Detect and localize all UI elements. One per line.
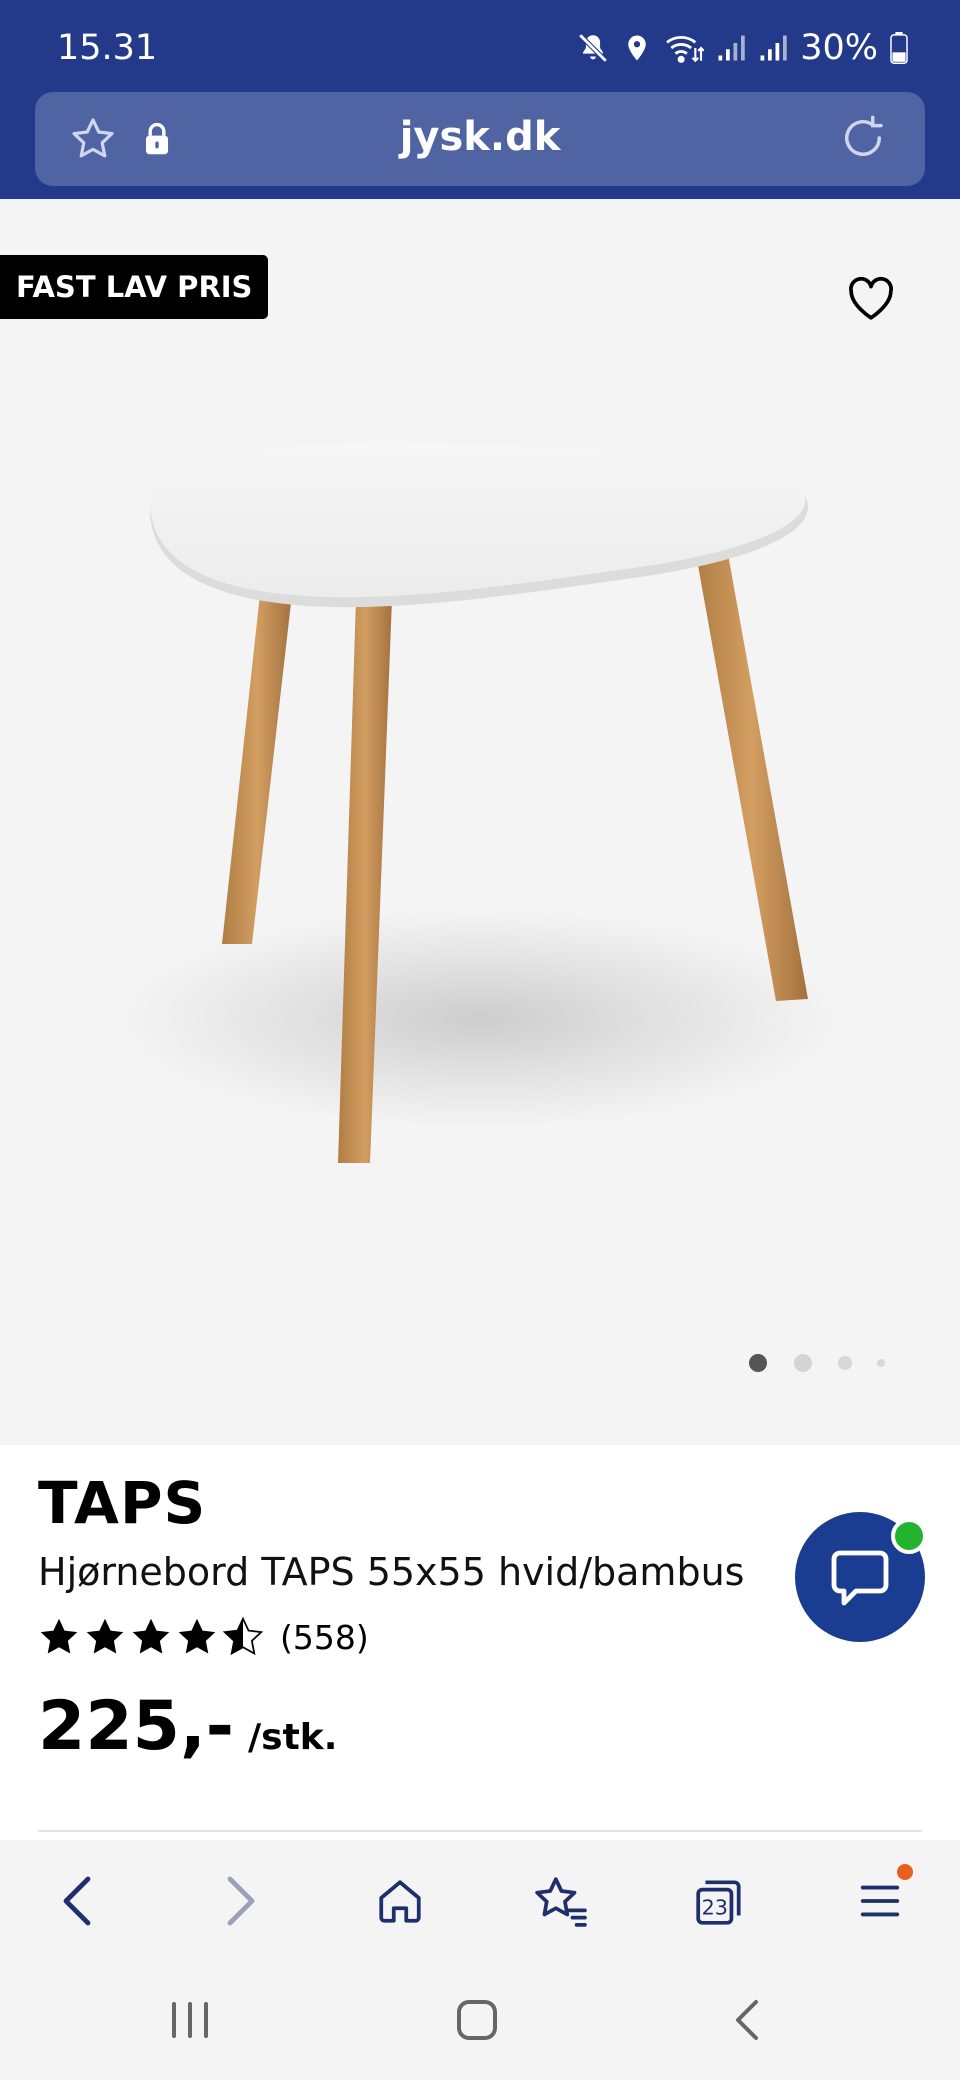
chat-bubble-icon bbox=[831, 1550, 889, 1606]
tab-count: 23 bbox=[702, 1896, 728, 1920]
browser-bookmarks-button[interactable] bbox=[525, 1866, 595, 1936]
wifi-icon bbox=[666, 35, 705, 63]
battery-level: 30% bbox=[800, 28, 878, 68]
price-amount: 225,- bbox=[38, 1687, 234, 1766]
url-domain[interactable]: jysk.dk bbox=[35, 114, 925, 160]
forward-icon bbox=[227, 1876, 255, 1926]
star-filled-icon bbox=[86, 1618, 124, 1654]
rating-stars bbox=[38, 1617, 264, 1657]
page-dot[interactable] bbox=[838, 1356, 852, 1370]
product-price: 225,- /stk. bbox=[38, 1687, 337, 1766]
browser-back-button[interactable] bbox=[43, 1866, 113, 1936]
mute-icon bbox=[578, 33, 608, 63]
status-bar: 15.31 30% bbox=[0, 0, 960, 92]
browser-header: 15.31 30% jysk.dk bbox=[0, 0, 960, 199]
page-dot[interactable] bbox=[794, 1354, 812, 1372]
home-icon bbox=[379, 1880, 421, 1923]
review-count[interactable]: (558) bbox=[280, 1618, 369, 1657]
divider bbox=[38, 1830, 922, 1832]
back-icon bbox=[736, 2000, 758, 2040]
recents-button[interactable] bbox=[150, 1990, 230, 2050]
chat-online-indicator bbox=[891, 1518, 927, 1554]
product-rating[interactable]: (558) bbox=[38, 1617, 369, 1657]
product-image bbox=[120, 442, 840, 1163]
star-filled-icon bbox=[40, 1618, 78, 1654]
signal-icon bbox=[718, 35, 745, 61]
system-nav-bar bbox=[0, 1960, 960, 2080]
product-name: Hjørnebord TAPS 55x55 hvid/bambus bbox=[38, 1550, 745, 1594]
menu-notification-dot bbox=[897, 1864, 913, 1880]
tabs-icon: 23 bbox=[696, 1880, 741, 1925]
recents-icon bbox=[172, 2002, 208, 2038]
system-back-button[interactable] bbox=[707, 1990, 787, 2050]
price-unit: /stk. bbox=[248, 1717, 338, 1758]
browser-home-button[interactable] bbox=[365, 1866, 435, 1936]
chat-button[interactable] bbox=[795, 1512, 927, 1642]
location-icon bbox=[628, 35, 646, 61]
star-filled-icon bbox=[178, 1618, 216, 1654]
status-time: 15.31 bbox=[57, 28, 158, 68]
menu-icon bbox=[860, 1885, 900, 1917]
browser-forward-button[interactable] bbox=[205, 1866, 275, 1936]
product-gallery[interactable]: FAST LAV PRIS bbox=[0, 199, 960, 1445]
url-bar[interactable]: jysk.dk bbox=[35, 92, 925, 186]
browser-tabs-button[interactable]: 23 bbox=[685, 1866, 755, 1936]
browser-toolbar: 23 bbox=[0, 1840, 960, 1960]
system-home-button[interactable] bbox=[437, 1990, 517, 2050]
home-icon bbox=[457, 2000, 497, 2040]
product-brand: TAPS bbox=[38, 1469, 207, 1537]
gallery-page-indicator[interactable] bbox=[740, 1351, 900, 1375]
heart-icon[interactable] bbox=[846, 275, 896, 321]
browser-menu-button[interactable] bbox=[845, 1864, 915, 1936]
star-filled-icon bbox=[132, 1618, 170, 1654]
status-icons: 30% bbox=[576, 28, 908, 68]
price-badge: FAST LAV PRIS bbox=[0, 255, 269, 319]
product-info: TAPS Hjørnebord TAPS 55x55 hvid/bambus (… bbox=[0, 1445, 960, 1840]
page-dot-active[interactable] bbox=[749, 1354, 767, 1372]
page-dot[interactable] bbox=[877, 1359, 885, 1367]
back-icon bbox=[63, 1876, 91, 1926]
reload-icon[interactable] bbox=[837, 112, 889, 164]
bookmarks-icon bbox=[535, 1877, 587, 1927]
battery-icon bbox=[890, 32, 908, 64]
star-half-icon bbox=[222, 1617, 264, 1656]
signal-icon bbox=[760, 35, 787, 61]
